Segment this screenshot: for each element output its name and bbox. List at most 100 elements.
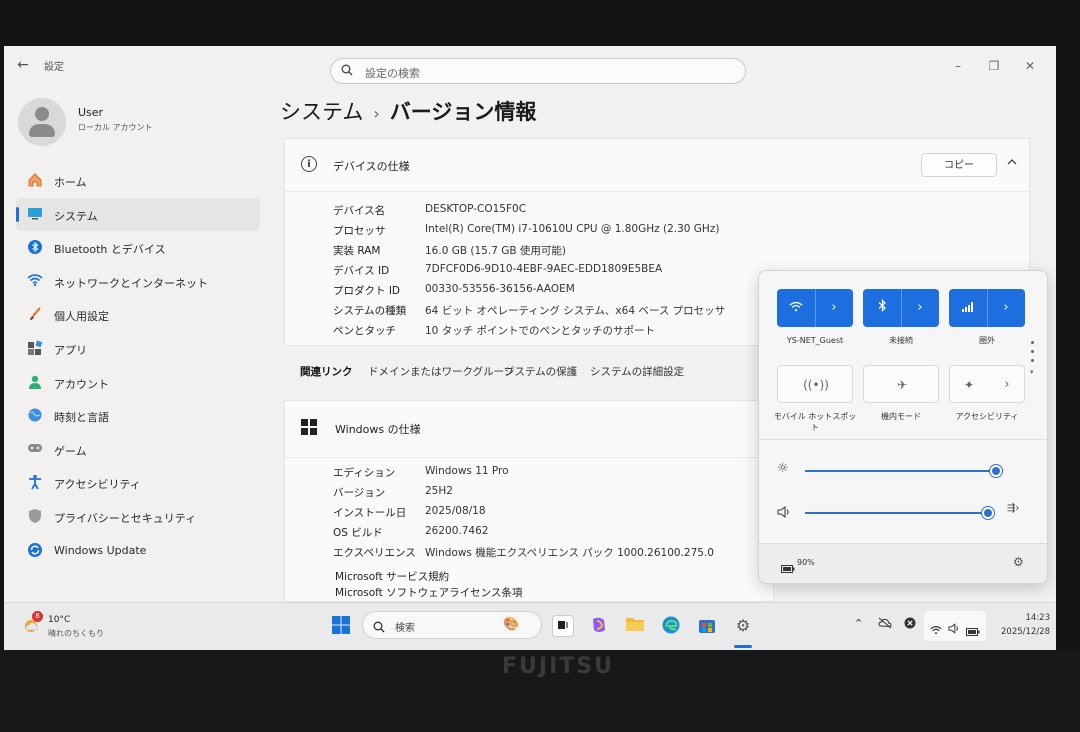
brightness-slider-thumb[interactable] xyxy=(990,465,1002,477)
edge-icon[interactable] xyxy=(660,615,682,637)
battery-icon xyxy=(781,558,795,577)
chevron-right-icon[interactable]: › xyxy=(901,289,939,327)
active-app-indicator xyxy=(734,645,752,648)
bluetooth-tile[interactable]: › xyxy=(863,289,939,327)
spec-key: デバイス名 xyxy=(333,205,386,217)
file-explorer-icon[interactable] xyxy=(624,615,646,637)
spec-key: プロダクト ID xyxy=(333,285,401,297)
airplane-icon: ✈ xyxy=(896,378,908,392)
spec-value: DESKTOP-CO15F0C xyxy=(425,203,527,215)
globe-icon xyxy=(26,407,44,425)
sidebar-item-system[interactable]: システム xyxy=(16,197,260,232)
chevron-down-icon: ▾ xyxy=(1030,368,1034,376)
sidebar-item-label: ネットワークとインターネット xyxy=(54,276,208,290)
volume-icon xyxy=(948,619,960,638)
clock-date[interactable]: 2025/12/28 xyxy=(994,627,1050,637)
sidebar-item-time-language[interactable]: 時刻と言語 xyxy=(16,399,260,433)
sidebar-item-label: アプリ xyxy=(54,343,87,357)
audio-output-icon[interactable]: ⇶› xyxy=(1007,503,1019,514)
sidebar-item-personalization[interactable]: 個人用設定 xyxy=(16,298,260,332)
close-circle-icon[interactable] xyxy=(904,617,916,632)
spec-value: 25H2 xyxy=(425,485,453,497)
link-advanced-system-settings[interactable]: システムの詳細設定 xyxy=(590,364,684,379)
gear-icon[interactable]: ⚙ xyxy=(1013,555,1024,569)
sidebar-item-label: ゲーム xyxy=(54,444,87,458)
sidebar-item-label: アクセシビリティ xyxy=(54,478,141,492)
search-placeholder: 設定の検索 xyxy=(365,67,420,80)
related-links: 関連リンク ドメインまたはワークグループ システムの保護 システムの詳細設定 xyxy=(284,348,774,392)
maximize-button[interactable]: ❐ xyxy=(984,56,1004,76)
spec-value: 64 ビット オペレーティング システム、x64 ベース プロセッサ xyxy=(425,305,726,317)
link-system-protection[interactable]: システムの保護 xyxy=(504,364,577,379)
spec-key: エクスペリエンス xyxy=(333,547,416,559)
search-highlight-icon: 🎨 xyxy=(503,617,520,632)
chevron-up-icon[interactable]: ⌃ xyxy=(854,617,863,630)
bluetooth-icon xyxy=(863,289,901,327)
breadcrumb-parent[interactable]: システム xyxy=(280,100,363,124)
user-account-type: ローカル アカウント xyxy=(78,123,153,132)
taskbar: 8 10°C 晴れのちくもり 検索 🎨 ⚙ ⌃ 14:23 2025/12/28 xyxy=(4,602,1056,650)
spec-value: 2025/08/18 xyxy=(425,505,486,517)
account-icon xyxy=(26,374,44,392)
quick-settings-footer: 90% ⚙ xyxy=(759,543,1047,583)
clock-time[interactable]: 14:23 xyxy=(994,613,1051,623)
home-icon xyxy=(26,172,44,190)
airplane-mode-tile[interactable]: ✈ xyxy=(863,365,939,403)
cellular-tile[interactable]: › xyxy=(949,289,1025,327)
chevron-right-icon[interactable]: › xyxy=(988,366,1026,404)
spec-key: バージョン xyxy=(333,487,386,499)
avatar[interactable] xyxy=(18,98,66,146)
shield-icon xyxy=(26,508,44,526)
taskbar-search[interactable]: 検索 🎨 xyxy=(362,611,542,639)
sidebar-item-apps[interactable]: アプリ xyxy=(16,332,260,366)
sidebar-item-windows-update[interactable]: Windows Update xyxy=(16,534,260,568)
tile-label: 圏外 xyxy=(979,336,995,345)
chevron-right-icon[interactable]: › xyxy=(815,289,853,327)
title-bar: ← 設定 設定の検索 – ❐ ✕ xyxy=(4,46,1056,86)
volume-slider-track[interactable] xyxy=(805,512,988,514)
sidebar-item-gaming[interactable]: ゲーム xyxy=(16,433,260,467)
page-title: バージョン情報 xyxy=(389,100,537,124)
spec-key: プロセッサ xyxy=(333,225,386,237)
minimize-button[interactable]: – xyxy=(948,56,968,76)
wifi-tile[interactable]: › xyxy=(777,289,853,327)
link-domain-workgroup[interactable]: ドメインまたはワークグループ xyxy=(368,364,514,379)
settings-app-icon[interactable]: ⚙ xyxy=(732,615,754,637)
sidebar-item-network[interactable]: ネットワークとインターネット xyxy=(16,265,260,299)
sidebar-item-label: ホーム xyxy=(54,176,87,189)
sidebar-item-privacy[interactable]: プライバシーとセキュリティ xyxy=(16,500,260,534)
back-arrow-icon[interactable]: ← xyxy=(14,56,32,74)
sidebar-item-accounts[interactable]: アカウント xyxy=(16,366,260,400)
volume-icon[interactable] xyxy=(777,503,791,522)
related-links-title: 関連リンク xyxy=(300,366,353,378)
divider xyxy=(285,191,1031,192)
bluetooth-icon xyxy=(26,239,44,257)
quick-settings-flyout: › › › YS-NET_Guest 未接続 圏外 ((•)) ✈ ✦ › モバ… xyxy=(758,270,1048,584)
sidebar-item-bluetooth[interactable]: Bluetooth とデバイス xyxy=(16,231,260,265)
accessibility-tile[interactable]: ✦ › xyxy=(949,365,1025,403)
link-microsoft-services-agreement[interactable]: Microsoft サービス規約 xyxy=(335,569,449,584)
close-button[interactable]: ✕ xyxy=(1020,56,1040,76)
tile-label: 未接続 xyxy=(889,336,913,345)
avatar-body xyxy=(29,124,55,137)
hotspot-tile[interactable]: ((•)) xyxy=(777,365,853,403)
breadcrumb-separator: › xyxy=(373,104,380,123)
update-icon xyxy=(26,542,44,560)
start-button[interactable] xyxy=(330,615,352,637)
sidebar-item-home[interactable]: ホーム xyxy=(16,164,260,198)
copy-button[interactable]: コピー xyxy=(921,153,997,177)
copilot-icon[interactable] xyxy=(588,615,610,637)
volume-slider-thumb[interactable] xyxy=(982,507,995,519)
apps-icon xyxy=(26,340,44,358)
chevron-right-icon[interactable]: › xyxy=(987,289,1025,327)
page-dots[interactable]: ▾ xyxy=(1030,341,1035,381)
brightness-slider-track[interactable] xyxy=(805,470,995,472)
search-input[interactable]: 設定の検索 xyxy=(330,58,746,84)
chevron-up-icon[interactable] xyxy=(1007,155,1017,168)
quick-settings-tray-button[interactable] xyxy=(924,611,986,641)
cloud-offline-icon[interactable] xyxy=(878,617,892,632)
link-microsoft-license-terms[interactable]: Microsoft ソフトウェアライセンス条項 xyxy=(335,585,522,600)
store-icon[interactable] xyxy=(696,615,718,637)
sidebar-item-accessibility[interactable]: アクセシビリティ xyxy=(16,466,260,500)
task-view-icon[interactable] xyxy=(552,615,574,637)
